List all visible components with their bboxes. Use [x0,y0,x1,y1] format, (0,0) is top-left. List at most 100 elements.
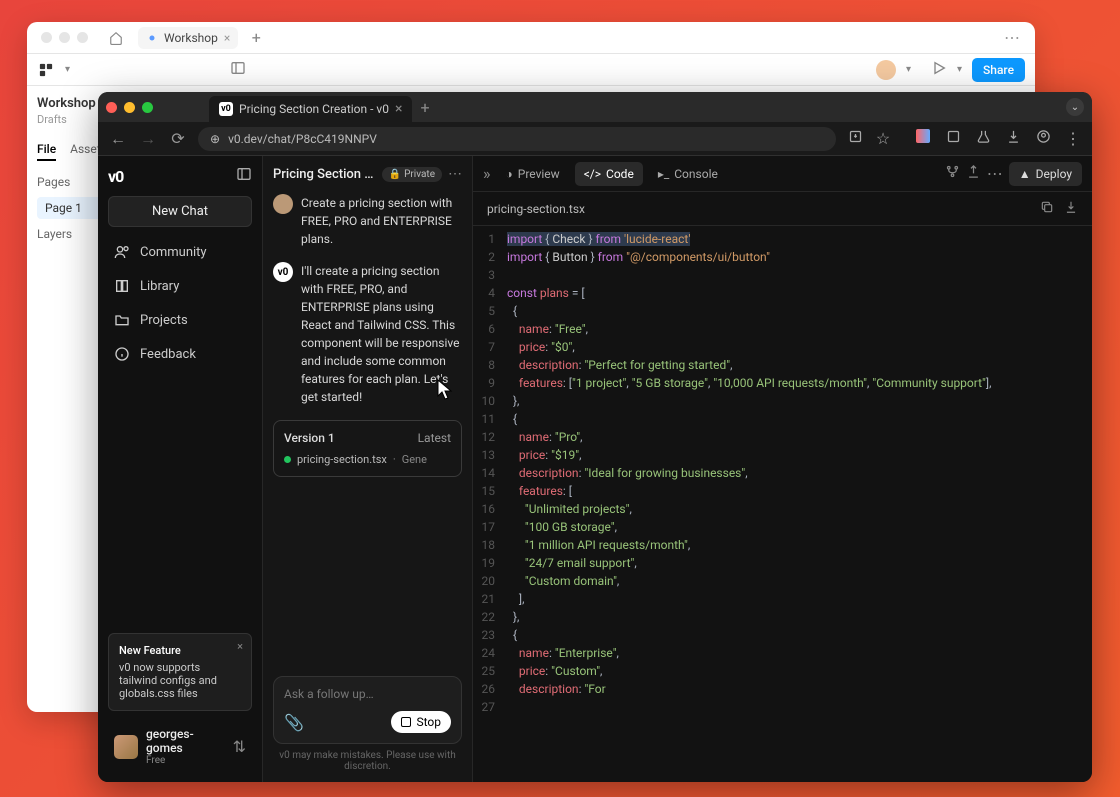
close-icon[interactable]: × [237,640,243,653]
status-dot [284,456,291,463]
sidebar-item-projects[interactable]: Projects [108,305,252,335]
expand-icon[interactable]: » [483,164,491,183]
play-icon[interactable] [931,60,947,80]
terminal-icon: ▸_ [658,167,669,181]
version-label: Version 1 [284,431,335,445]
stop-button[interactable]: Stop [391,711,451,733]
users-icon [114,244,130,260]
fork-icon[interactable] [945,164,960,183]
share-icon[interactable] [966,164,981,183]
new-tab-button[interactable]: + [246,28,266,48]
traffic-lights [35,32,94,43]
deploy-button[interactable]: ▲Deploy [1009,162,1082,186]
more-icon[interactable]: ⋯ [987,164,1003,183]
favicon: v0 [219,102,233,116]
stop-icon [401,717,411,727]
user-menu[interactable]: georges-gomes Free ⇅ [108,721,252,772]
maximize-window[interactable] [142,102,153,113]
install-icon[interactable] [846,129,864,148]
message-text: Create a pricing section with FREE, PRO … [301,194,462,248]
file-name: pricing-section.tsx [297,453,387,466]
panel-icon[interactable] [230,60,246,80]
avatar [273,194,293,214]
reload-button[interactable]: ⟳ [168,129,188,148]
figma-toolbar: ▾ ▾ ▾ Share [27,54,1035,86]
avatar[interactable] [876,60,896,80]
download-icon[interactable] [1064,200,1078,217]
latest-label: Latest [418,431,451,445]
input-placeholder: Ask a follow up… [284,687,451,701]
ai-message: v0 I'll create a pricing section with FR… [273,262,462,406]
message-text: I'll create a pricing section with FREE,… [301,262,462,406]
copy-icon[interactable] [1040,200,1054,217]
new-chat-button[interactable]: New Chat [108,196,252,227]
sidebar-item-label: Feedback [140,347,196,362]
attach-icon[interactable]: 📎 [284,713,304,732]
sidebar-item-feedback[interactable]: Feedback [108,339,252,369]
new-tab-button[interactable]: + [420,98,429,117]
popup-title: New Feature [119,644,241,657]
site-info-icon[interactable]: ⊕ [210,132,220,146]
kebab-icon[interactable]: ⋮ [1064,129,1082,148]
code-panel: » ◑Preview </>Code ▸_Console ⋯ ▲Deploy p… [473,156,1092,782]
ext-icon[interactable] [914,129,932,148]
close-icon[interactable]: × [395,101,402,117]
sidebar-item-label: Projects [140,313,188,328]
figma-tab[interactable]: Workshop × [138,27,238,49]
chevron-updown-icon: ⇅ [233,737,246,756]
eye-icon: ◑ [506,167,513,181]
sidebar-item-library[interactable]: Library [108,271,252,301]
forward-button[interactable]: → [138,129,158,149]
popup-body: v0 now supports tailwind configs and glo… [119,661,241,700]
chat-menu[interactable]: ⋯ [448,166,462,182]
chevron-down-icon: ▾ [957,64,962,75]
close-window[interactable] [106,102,117,113]
browser-tab[interactable]: v0 Pricing Section Creation - v0 × [209,96,412,122]
tab-console[interactable]: ▸_Console [649,162,727,186]
code-editor[interactable]: 1import { Check } from 'lucide-react'2im… [473,226,1092,782]
expand-icon[interactable]: ⌄ [1066,98,1084,116]
back-button[interactable]: ← [108,129,128,149]
download-icon[interactable] [1004,129,1022,148]
profile-icon[interactable] [1034,129,1052,148]
privacy-badge[interactable]: 🔒Private [382,167,442,182]
sidebar-item-community[interactable]: Community [108,237,252,267]
file-name: pricing-section.tsx [487,202,585,216]
browser-urlbar: ← → ⟳ ⊕ v0.dev/chat/P8cC419NNPV ☆ ⋮ [98,122,1092,156]
tab-code[interactable]: </>Code [575,162,643,186]
chat-input[interactable]: Ask a follow up… 📎 Stop [273,676,462,744]
chat-panel: Pricing Section Creati… 🔒Private ⋯ Creat… [263,156,473,782]
figma-titlebar: Workshop × + ⋯ [27,22,1035,54]
share-button[interactable]: Share [972,58,1025,82]
v0-browser-window: v0 Pricing Section Creation - v0 × + ⌄ ←… [98,92,1092,782]
flask-icon[interactable] [974,129,992,148]
tab-file[interactable]: File [37,142,56,161]
book-icon [114,278,130,294]
close-icon[interactable]: × [224,31,230,45]
triangle-icon: ▲ [1019,167,1031,181]
minimize-window[interactable] [124,102,135,113]
figma-icon [146,32,158,44]
url-text: v0.dev/chat/P8cC419NNPV [228,132,377,146]
v0-sidebar: v0 New Chat Community Library Projects [98,156,263,782]
figma-menu-icon[interactable] [37,61,55,79]
code-icon: </> [584,167,601,181]
lock-icon: 🔒 [389,169,401,180]
overflow-menu[interactable]: ⋯ [998,28,1027,47]
v0-logo: v0 [108,167,123,186]
tab-preview[interactable]: ◑Preview [497,162,569,186]
browser-tabbar: v0 Pricing Section Creation - v0 × + ⌄ [98,92,1092,122]
figma-tab-label: Workshop [164,31,218,45]
version-card[interactable]: Version 1 Latest pricing-section.tsx · G… [273,420,462,477]
puzzle-icon[interactable] [944,129,962,148]
tab-title: Pricing Section Creation - v0 [239,102,389,116]
info-icon [114,346,130,362]
home-icon[interactable] [102,28,130,48]
user-plan: Free [146,755,225,766]
user-name: georges-gomes [146,727,225,755]
panel-toggle-icon[interactable] [236,166,252,186]
traffic-lights [106,102,153,113]
url-input[interactable]: ⊕ v0.dev/chat/P8cC419NNPV [198,127,836,151]
star-icon[interactable]: ☆ [874,129,892,148]
new-feature-popup: × New Feature v0 now supports tailwind c… [108,633,252,711]
